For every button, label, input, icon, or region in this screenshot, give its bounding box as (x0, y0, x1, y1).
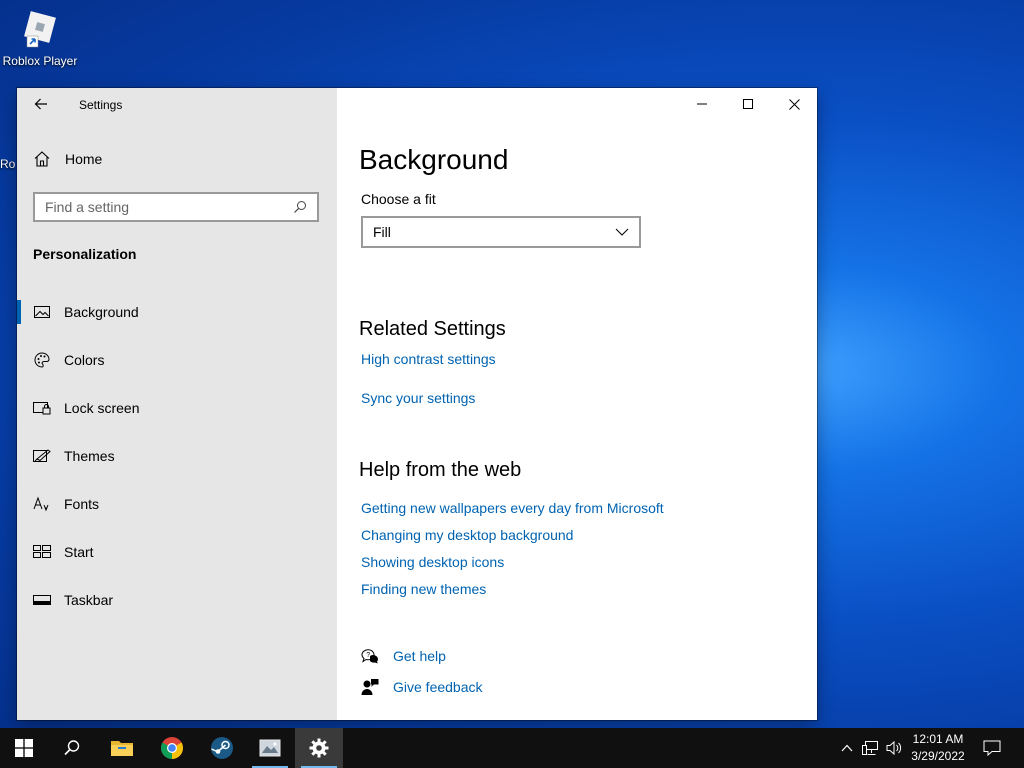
taskbar-clock[interactable]: 12:01 AM 3/29/2022 (904, 731, 972, 765)
help-link-new-wallpapers[interactable]: Getting new wallpapers every day from Mi… (361, 500, 664, 516)
sidebar-item-label: Lock screen (64, 400, 140, 416)
related-settings-heading: Related Settings (359, 318, 506, 340)
high-contrast-settings-link[interactable]: High contrast settings (361, 351, 496, 367)
minimize-icon (697, 103, 707, 105)
search-icon (64, 740, 80, 756)
sidebar-item-label: Start (64, 544, 94, 560)
close-icon (788, 98, 800, 110)
roblox-icon (19, 6, 61, 48)
taskbar: 12:01 AM 3/29/2022 (0, 728, 1024, 768)
notifications-button[interactable] (978, 728, 1006, 768)
close-button[interactable] (771, 88, 817, 120)
sidebar-item-fonts[interactable]: Fonts (17, 480, 337, 528)
window-title: Settings (79, 98, 123, 112)
file-explorer-icon (111, 741, 133, 756)
desktop-icon-roblox-player[interactable]: Roblox Player (2, 6, 78, 68)
taskbar-steam[interactable] (198, 728, 246, 768)
picture-icon (33, 303, 51, 321)
network-button[interactable] (860, 728, 882, 768)
home-label: Home (65, 151, 103, 167)
choose-fit-value: Fill (373, 224, 391, 240)
themes-icon (33, 447, 51, 465)
notification-icon (983, 740, 1001, 756)
sidebar-item-taskbar[interactable]: Taskbar (17, 576, 337, 624)
get-help-icon: ? (361, 647, 379, 665)
help-link-desktop-icons[interactable]: Showing desktop icons (361, 554, 504, 570)
settings-gear-icon (309, 738, 329, 758)
maximize-icon (743, 99, 753, 109)
window-controls (679, 88, 817, 120)
clock-date: 3/29/2022 (911, 749, 965, 763)
clock-time: 12:01 AM (912, 732, 964, 746)
chrome-icon (161, 737, 183, 759)
feedback-icon (361, 678, 379, 696)
chevron-up-icon (841, 744, 853, 752)
start-icon (33, 543, 51, 561)
help-link-changing-background[interactable]: Changing my desktop background (361, 527, 573, 543)
app-icon (259, 739, 281, 757)
help-from-web-heading: Help from the web (359, 459, 522, 481)
taskbar-app[interactable] (246, 728, 294, 768)
back-arrow-icon (34, 98, 47, 110)
sidebar-item-label: Colors (64, 352, 105, 368)
taskbar-chrome[interactable] (148, 728, 196, 768)
windows-logo-icon (15, 739, 33, 757)
taskbar-search-button[interactable] (48, 728, 96, 768)
lock-screen-icon (33, 399, 51, 417)
show-hidden-icons-button[interactable] (838, 728, 856, 768)
sidebar-item-colors[interactable]: Colors (17, 336, 337, 384)
minimize-button[interactable] (679, 88, 725, 120)
desktop-icon-label-partial: Ro (0, 157, 15, 171)
home-icon (34, 151, 50, 167)
chevron-down-icon (615, 228, 629, 236)
sidebar-item-themes[interactable]: Themes (17, 432, 337, 480)
sidebar-item-label: Taskbar (64, 592, 114, 608)
settings-sidebar: Settings Home Personalization Background (17, 88, 337, 720)
desktop-icon-label: Roblox Player (2, 54, 78, 68)
taskbar-icon (33, 591, 51, 609)
taskbar-settings[interactable] (295, 728, 343, 768)
sidebar-item-lock-screen[interactable]: Lock screen (17, 384, 337, 432)
get-help-label: Get help (393, 648, 446, 664)
sidebar-item-label: Fonts (64, 496, 100, 512)
maximize-button[interactable] (725, 88, 771, 120)
get-help-link[interactable]: ? Get help (361, 647, 446, 665)
search-icon (294, 201, 306, 213)
give-feedback-label: Give feedback (393, 679, 483, 695)
sidebar-item-label: Background (64, 304, 139, 320)
sidebar-item-start[interactable]: Start (17, 528, 337, 576)
volume-button[interactable] (884, 728, 906, 768)
sidebar-nav: Background Colors Lock screen Themes Fon… (17, 288, 337, 624)
sidebar-item-label: Themes (64, 448, 115, 464)
page-title: Background (359, 144, 509, 175)
palette-icon (33, 351, 51, 369)
steam-icon (211, 737, 233, 759)
sidebar-home[interactable]: Home (33, 150, 102, 168)
start-button[interactable] (0, 728, 48, 768)
sidebar-item-background[interactable]: Background (17, 288, 337, 336)
section-label-personalization: Personalization (33, 246, 137, 262)
network-icon (862, 741, 878, 755)
taskbar-file-explorer[interactable] (98, 728, 146, 768)
find-setting-search[interactable] (33, 192, 319, 222)
svg-text:?: ? (366, 652, 370, 659)
choose-fit-dropdown[interactable]: Fill (361, 216, 641, 248)
help-link-new-themes[interactable]: Finding new themes (361, 581, 486, 597)
sync-your-settings-link[interactable]: Sync your settings (361, 390, 475, 406)
choose-fit-label: Choose a fit (361, 191, 436, 207)
settings-content: Background Choose a fit Fill Related Set… (337, 88, 817, 720)
give-feedback-link[interactable]: Give feedback (361, 678, 483, 696)
back-button[interactable] (31, 94, 51, 114)
search-input[interactable] (45, 199, 293, 215)
settings-window: Settings Home Personalization Background (17, 88, 817, 720)
volume-icon (886, 740, 902, 756)
fonts-icon (33, 495, 51, 513)
